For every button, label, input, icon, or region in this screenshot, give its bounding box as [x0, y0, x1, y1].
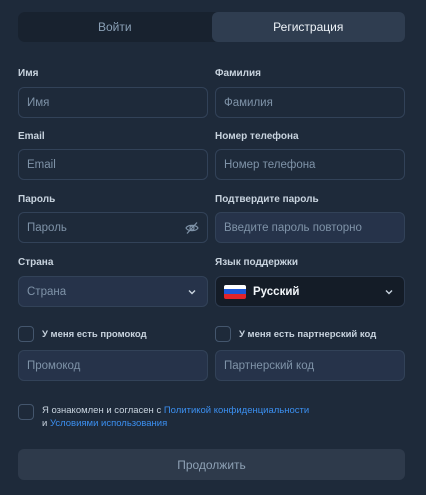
eye-off-icon[interactable] — [185, 221, 199, 235]
password-confirm-input[interactable]: Введите пароль повторно — [215, 212, 405, 243]
country-placeholder: Страна — [27, 285, 67, 298]
partner-placeholder: Партнерский код — [224, 359, 315, 372]
email-label: Email — [18, 131, 45, 142]
continue-button[interactable]: Продолжить — [18, 449, 405, 480]
consent-text: Я ознакомлен и согласен с Политикой конф… — [42, 404, 372, 430]
promo-input[interactable]: Промокод — [18, 350, 208, 381]
password-label: Пароль — [18, 194, 56, 205]
first-name-label: Имя — [18, 68, 39, 79]
country-select[interactable]: Страна — [18, 276, 208, 307]
language-value: Русский — [253, 285, 300, 298]
privacy-policy-link[interactable]: Политикой конфиденциальности — [164, 405, 309, 416]
promo-checkbox-label: У меня есть промокод — [42, 329, 147, 340]
password-placeholder: Пароль — [27, 221, 67, 234]
phone-label: Номер телефона — [215, 131, 299, 142]
consent-prefix: Я ознакомлен и согласен с — [42, 405, 162, 416]
last-name-input[interactable]: Фамилия — [215, 87, 405, 118]
consent-checkbox[interactable] — [18, 404, 34, 420]
promo-checkbox[interactable] — [18, 326, 34, 342]
country-label: Страна — [18, 257, 54, 268]
phone-input[interactable]: Номер телефона — [215, 149, 405, 180]
password-confirm-label: Подтвердите пароль — [215, 194, 319, 205]
russia-flag-icon — [224, 284, 246, 299]
partner-checkbox-label: У меня есть партнерский код — [239, 329, 377, 340]
auth-tabs: Войти Регистрация — [18, 12, 405, 42]
tab-login[interactable]: Войти — [18, 12, 212, 42]
email-input[interactable]: Email — [18, 149, 208, 180]
chevron-down-icon — [185, 285, 199, 299]
consent-conjunction: и — [42, 418, 48, 429]
chevron-down-icon — [382, 285, 396, 299]
email-placeholder: Email — [27, 158, 56, 171]
partner-input[interactable]: Партнерский код — [215, 350, 405, 381]
first-name-placeholder: Имя — [27, 96, 50, 109]
last-name-placeholder: Фамилия — [224, 96, 273, 109]
promo-placeholder: Промокод — [27, 359, 81, 372]
password-input[interactable]: Пароль — [18, 212, 208, 243]
language-label: Язык поддержки — [215, 257, 298, 268]
phone-placeholder: Номер телефона — [224, 158, 316, 171]
first-name-input[interactable]: Имя — [18, 87, 208, 118]
password-confirm-placeholder: Введите пароль повторно — [224, 221, 362, 234]
terms-link[interactable]: Условиями использования — [50, 418, 167, 429]
partner-checkbox[interactable] — [215, 326, 231, 342]
tab-register[interactable]: Регистрация — [211, 12, 405, 42]
last-name-label: Фамилия — [215, 68, 261, 79]
language-select[interactable]: Русский — [215, 276, 405, 307]
